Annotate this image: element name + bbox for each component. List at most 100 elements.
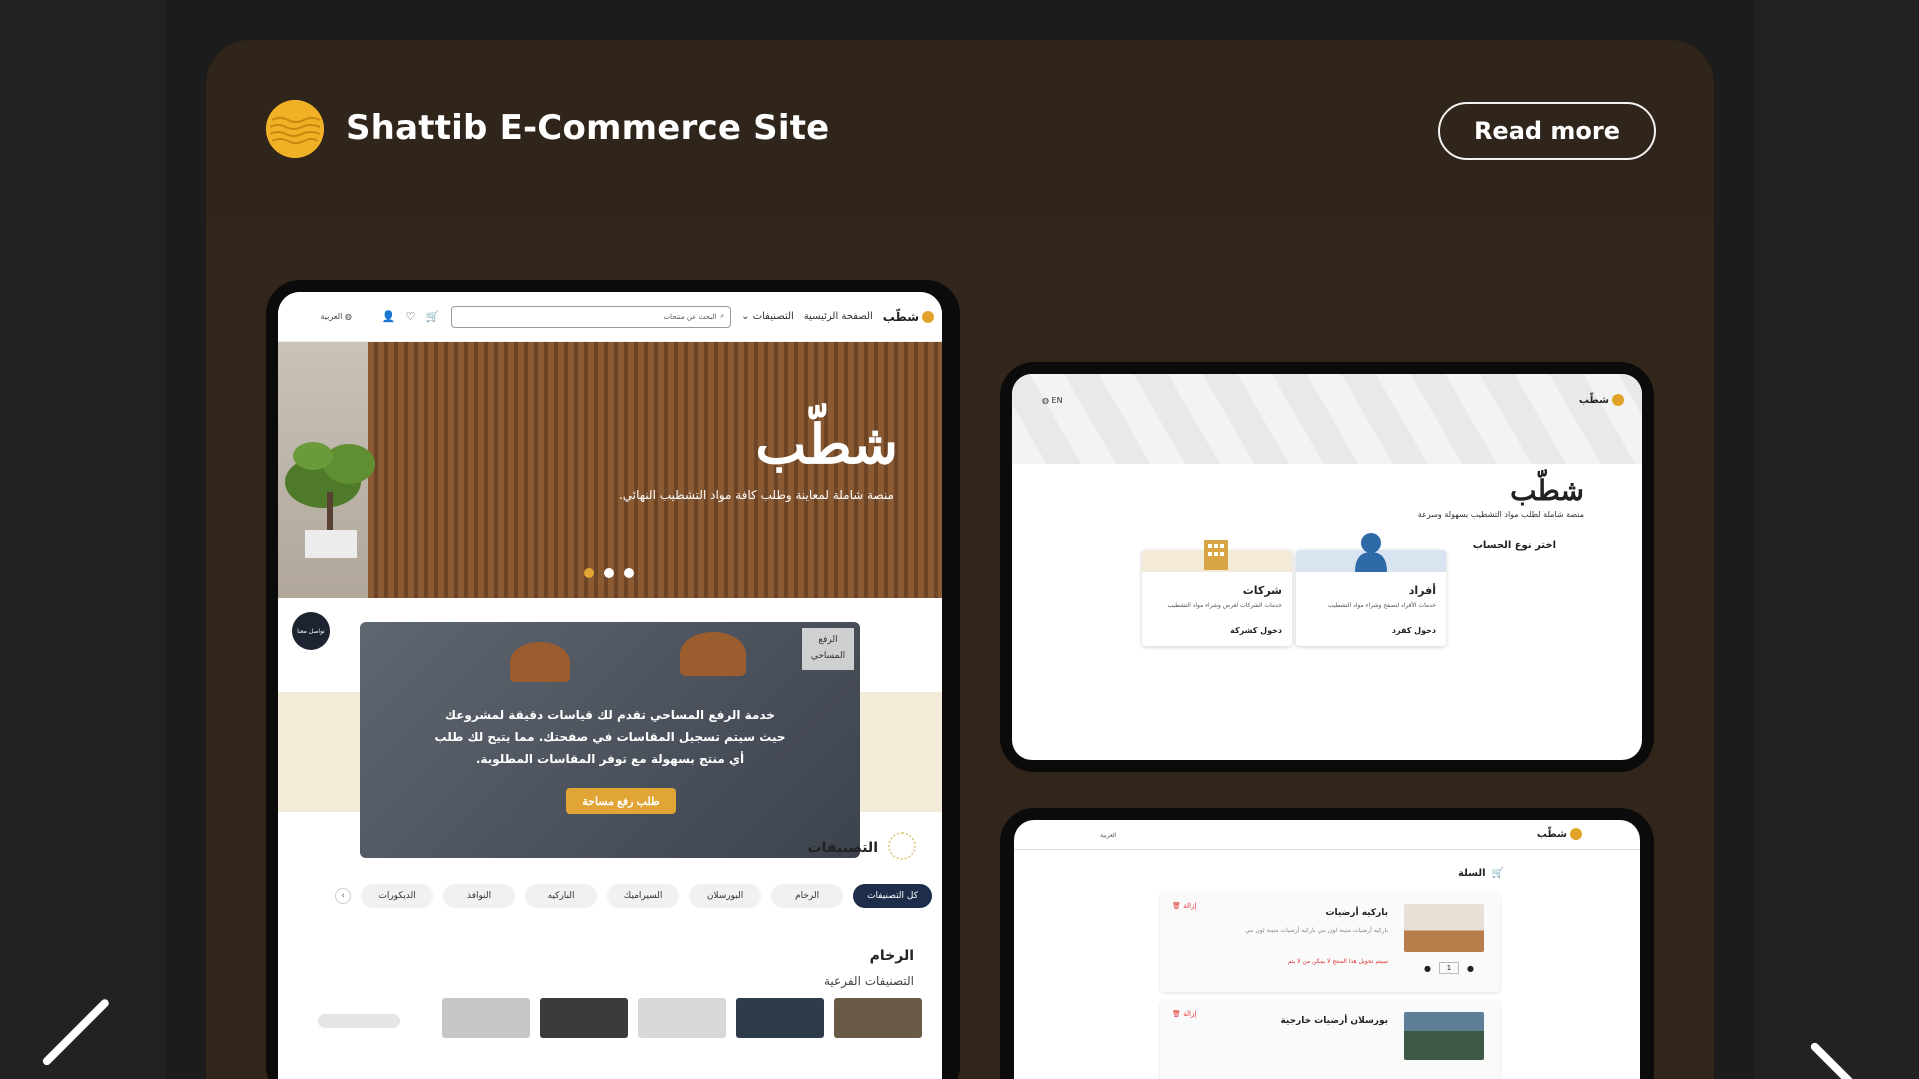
cart-heading: 🛒 السلة	[1458, 868, 1504, 879]
read-more-button[interactable]: Read more	[1438, 102, 1656, 160]
globe-icon: ◍	[344, 312, 352, 321]
section-title: الرخام	[869, 948, 914, 964]
categories-title: التصنيفات	[807, 840, 878, 856]
tablet-home-mockup: شطّب الصفحة الرئيسية التصنيفات ⌄ ⌕ البحث…	[266, 280, 960, 1079]
quantity-value[interactable]: 1	[1439, 962, 1460, 974]
plus-icon[interactable]: ●	[1467, 964, 1474, 973]
brand-text: شطّب	[1578, 394, 1609, 406]
nav-categories-link[interactable]: التصنيفات ⌄	[741, 311, 794, 322]
language-selector[interactable]: ◍ العربية	[320, 312, 351, 321]
account-title: شطّب	[1510, 474, 1584, 507]
pill-windows[interactable]: النوافذ	[443, 884, 516, 908]
lang-label: EN	[1051, 396, 1063, 405]
cart-item: بورسلان أرضيات خارجية إزالة 🗑	[1160, 1000, 1500, 1079]
hero-banner: شطّب منصة شاملة لمعاينة وطلب كافة مواد ا…	[278, 342, 942, 598]
pill-decorations[interactable]: الديكورات	[361, 884, 434, 908]
language-selector[interactable]: العربية	[1100, 832, 1116, 839]
nav-home-link[interactable]: الصفحة الرئيسية	[804, 311, 873, 322]
account-desc: خدمات الشركات لعرض وشراء مواد التشطيب	[1167, 602, 1282, 609]
search-input[interactable]: ⌕ البحث عن منتجات	[451, 305, 732, 328]
lang-label: العربية	[1100, 832, 1117, 839]
subcategory-thumb[interactable]	[736, 998, 824, 1038]
home-navbar: شطّب الصفحة الرئيسية التصنيفات ⌄ ⌕ البحث…	[278, 292, 942, 342]
card-header: Shattib E-Commerce Site Read more	[206, 40, 1714, 220]
remove-item-button[interactable]: إزالة 🗑	[1172, 902, 1196, 910]
product-image[interactable]	[1404, 904, 1484, 952]
tablet-account-mockup: شطّب ◍ EN شطّب منصة شاملة لطلب مواد التش…	[1000, 362, 1654, 772]
view-more-button[interactable]	[318, 1014, 400, 1028]
pill-all-categories[interactable]: كل التصنيفات	[853, 884, 932, 908]
account-name: أفراد	[1408, 584, 1436, 597]
account-desc: خدمات الأفراد لتصفح وشراء مواد التشطيب	[1327, 602, 1436, 609]
lang-label: العربية	[320, 312, 343, 321]
section-subtitle: التصنيفات الفرعية	[824, 974, 914, 988]
subcategory-thumb[interactable]	[442, 998, 530, 1038]
pill-marble[interactable]: الرخام	[771, 884, 844, 908]
account-subtitle: منصة شاملة لطلب مواد التشطيب بسهولة وسرع…	[1417, 510, 1584, 519]
trash-icon: 🗑	[1172, 1010, 1181, 1018]
survey-promo-card: الرفع المساحي خدمة الرفع المساحي تقدم لك…	[360, 622, 860, 858]
product-title[interactable]: باركيه أرضيات	[1326, 908, 1389, 918]
user-icon[interactable]: 👤	[382, 310, 396, 323]
hero-subtitle: منصة شاملة لمعاينة وطلب كافة مواد التشطي…	[618, 488, 894, 502]
request-survey-button[interactable]: طلب رفع مساحة	[566, 788, 676, 814]
company-account-card[interactable]: شركات خدمات الشركات لعرض وشراء مواد التش…	[1142, 540, 1292, 646]
account-brand[interactable]: شطّب	[1579, 394, 1624, 406]
cart-icon[interactable]: 🛒	[425, 310, 439, 323]
pattern-header	[1012, 374, 1642, 464]
subcategory-thumb[interactable]	[638, 998, 726, 1038]
quantity-stepper: ● 1 ●	[1424, 962, 1474, 974]
person-icon	[1355, 533, 1387, 572]
subcategory-thumb[interactable]	[834, 998, 922, 1038]
trash-icon: 🗑	[1172, 902, 1181, 910]
brand-logo-icon	[1570, 828, 1582, 840]
promo-text: خدمة الرفع المساحي تقدم لك قياسات دقيقة …	[434, 708, 786, 766]
remove-item-button[interactable]: إزالة 🗑	[1172, 1010, 1196, 1018]
chevron-down-icon: ⌄	[741, 311, 750, 322]
cart-item: باركيه أرضيات باركيه أرضيات متينة لون بن…	[1160, 892, 1500, 992]
account-screen: شطّب ◍ EN شطّب منصة شاملة لطلب مواد التش…	[1012, 374, 1642, 760]
heart-icon[interactable]: ♡	[406, 310, 416, 323]
carousel-dot[interactable]	[604, 568, 614, 578]
contact-us-button[interactable]: تواصل معنا	[292, 612, 330, 650]
categories-label: التصنيفات	[752, 311, 794, 322]
minus-icon[interactable]: ●	[1424, 964, 1431, 973]
tablet-cart-mockup: شطّب العربية 🛒 السلة باركيه أرضيات باركيه…	[1000, 808, 1654, 1079]
login-company-link[interactable]: دخول كشركة	[1230, 626, 1282, 635]
brand-text: شطّب	[882, 309, 919, 324]
globe-icon: ◍	[1042, 396, 1049, 405]
remove-label: إزالة	[1183, 902, 1197, 910]
search-icon: ⌕	[720, 312, 725, 320]
cart-icon: 🛒	[1491, 868, 1504, 879]
cart-brand[interactable]: شطّب	[1537, 828, 1582, 840]
nav-brand[interactable]: شطّب	[883, 310, 934, 324]
carousel-dot[interactable]	[624, 568, 634, 578]
warning-text: سيتم تحويل هذا المنتج لا يمكن من لا يتم	[1287, 958, 1388, 965]
pill-ceramic[interactable]: السيراميك	[607, 884, 680, 908]
product-image[interactable]	[1404, 1012, 1484, 1060]
right-backdrop	[1754, 0, 1919, 1079]
brand-logo-icon	[1612, 394, 1624, 406]
product-title[interactable]: بورسلان أرضيات خارجية	[1280, 1016, 1388, 1026]
card-title: Shattib E-Commerce Site	[346, 108, 830, 148]
account-name: شركات	[1242, 584, 1282, 597]
cart-screen: شطّب العربية 🛒 السلة باركيه أرضيات باركيه…	[1014, 820, 1640, 1079]
login-individual-link[interactable]: دخول كفرد	[1392, 626, 1436, 635]
pill-porcelain[interactable]: البورسلان	[689, 884, 762, 908]
search-placeholder: البحث عن منتجات	[663, 312, 717, 321]
cart-title: السلة	[1458, 868, 1486, 879]
home-screen: شطّب الصفحة الرئيسية التصنيفات ⌄ ⌕ البحث…	[278, 292, 942, 1079]
chevron-left-icon[interactable]: ‹	[335, 888, 352, 904]
building-icon	[1204, 540, 1228, 570]
brand-text: شطّب	[1536, 828, 1567, 840]
category-pills: كل التصنيفات الرخام البورسلان السيراميك …	[286, 884, 932, 908]
carousel-dot[interactable]	[584, 568, 594, 578]
pill-parquet[interactable]: الباركيه	[525, 884, 598, 908]
language-toggle[interactable]: ◍ EN	[1042, 396, 1063, 405]
brand-logo-icon	[922, 310, 934, 323]
bonsai-plant-image	[285, 442, 375, 558]
subcategory-thumb[interactable]	[540, 998, 628, 1038]
individual-account-card[interactable]: أفراد خدمات الأفراد لتصفح وشراء مواد الت…	[1296, 533, 1446, 646]
hero-title: شطّب	[755, 412, 898, 476]
remove-label: إزالة	[1183, 1010, 1197, 1018]
